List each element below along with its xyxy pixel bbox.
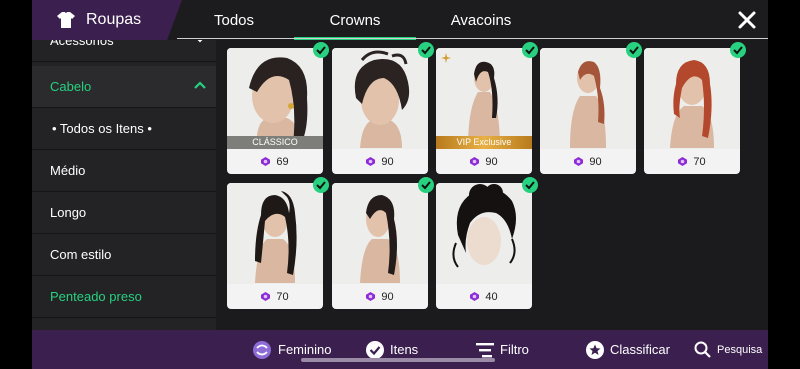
owned-check-icon (313, 177, 329, 193)
crown-currency-icon (366, 292, 376, 301)
sort-label: Classificar (610, 342, 670, 357)
price-value: 90 (381, 155, 394, 168)
owned-check-icon (522, 42, 538, 58)
search-button[interactable]: Pesquisa (694, 330, 762, 369)
item-price: 70 (644, 149, 740, 174)
crown-currency-icon (574, 157, 584, 166)
sidebar-item-label: Cabelo (50, 79, 92, 94)
item-card[interactable]: 70 (644, 42, 746, 174)
item-price: 90 (332, 284, 428, 309)
price-value: 90 (485, 155, 498, 168)
owned-check-icon (418, 42, 434, 58)
sparkle-icon (441, 53, 451, 63)
filter-icon (476, 342, 494, 357)
item-thumbnail (332, 183, 428, 284)
tab-crowns[interactable]: Crowns (294, 0, 416, 40)
tab-label: Avacoins (450, 11, 512, 29)
item-price: 90 (540, 149, 636, 174)
sidebar-item-label: Com estilo (50, 247, 112, 262)
check-circle-icon (366, 340, 384, 359)
sidebar-item-label: Acessórios (50, 40, 114, 48)
items-filter-button[interactable]: Itens (366, 330, 418, 369)
app-screen: Roupas Todos Crowns Avacoins Acessórios … (32, 0, 768, 369)
price-value: 69 (276, 155, 289, 168)
sidebar-item-penteado-preso[interactable]: Penteado preso (32, 276, 216, 318)
owned-check-icon (313, 42, 329, 58)
crown-currency-icon (261, 157, 271, 166)
price-value: 70 (276, 290, 289, 303)
search-icon (694, 341, 711, 358)
gender-toggle-button[interactable]: Feminino (252, 330, 331, 369)
item-price: 69 (227, 149, 323, 174)
filter-button[interactable]: Filtro (476, 330, 529, 369)
item-card[interactable]: 70 (227, 177, 329, 309)
item-card[interactable]: 40 (436, 177, 538, 309)
owned-check-icon (522, 177, 538, 193)
page-title: Roupas (86, 11, 142, 28)
item-card[interactable]: CLÁSSICO 69 (227, 42, 329, 174)
close-icon[interactable] (736, 9, 758, 31)
sidebar-item-label: Longo (50, 205, 87, 220)
divider (177, 38, 768, 39)
owned-check-icon (730, 42, 746, 58)
crown-currency-icon (470, 292, 480, 301)
item-thumbnail (332, 48, 428, 149)
price-value: 90 (381, 290, 394, 303)
category-sidebar[interactable]: Acessórios Cabelo • Todos os Itens • Méd… (32, 40, 216, 330)
owned-check-icon (626, 42, 642, 58)
sidebar-item-medio[interactable]: Médio (32, 150, 216, 192)
item-card[interactable]: VIP Exclusive 90 (436, 42, 538, 174)
item-thumbnail (540, 48, 636, 149)
item-price: 40 (436, 284, 532, 309)
sidebar-item-todos-os-itens[interactable]: • Todos os Itens • (32, 108, 216, 150)
sidebar-item-label: • Todos os Itens • (52, 121, 152, 136)
home-indicator[interactable] (301, 358, 495, 362)
gender-swap-icon (253, 340, 271, 359)
brand-header: Roupas (32, 0, 182, 40)
star-badge-icon (586, 340, 604, 359)
chevron-up-icon (194, 81, 206, 89)
tab-label: Crowns (329, 11, 381, 29)
item-thumbnail (436, 183, 532, 284)
top-bar: Roupas Todos Crowns Avacoins (32, 0, 768, 40)
sidebar-item-acessorios[interactable]: Acessórios (32, 40, 216, 62)
price-value: 70 (693, 155, 706, 168)
item-price: 70 (227, 284, 323, 309)
items-label: Itens (390, 342, 419, 357)
crown-currency-icon (261, 292, 271, 301)
price-value: 40 (485, 290, 498, 303)
tab-avacoins[interactable]: Avacoins (436, 0, 526, 40)
item-thumbnail (227, 183, 323, 284)
item-thumbnail: CLÁSSICO (227, 48, 323, 149)
item-price: 90 (332, 149, 428, 174)
sidebar-item-label: Médio (50, 163, 86, 178)
crown-currency-icon (678, 157, 688, 166)
item-card[interactable]: 90 (332, 177, 434, 309)
badge-classico: CLÁSSICO (227, 136, 323, 149)
bottom-toolbar: Feminino Itens Filtro Classificar Pesqui… (32, 330, 768, 369)
crown-currency-icon (366, 157, 376, 166)
crown-currency-icon (470, 157, 480, 166)
item-thumbnail: VIP Exclusive (436, 48, 532, 149)
sidebar-item-com-estilo[interactable]: Com estilo (32, 234, 216, 276)
filter-label: Filtro (500, 342, 529, 357)
badge-vip-exclusive: VIP Exclusive (436, 136, 532, 149)
chevron-down-icon (197, 40, 203, 43)
gender-label: Feminino (278, 342, 332, 357)
sidebar-item-cabelo[interactable]: Cabelo (32, 66, 216, 108)
shirt-icon (57, 12, 75, 28)
sidebar-item-longo[interactable]: Longo (32, 192, 216, 234)
price-value: 90 (589, 155, 602, 168)
sort-button[interactable]: Classificar (586, 330, 670, 369)
search-label: Pesquisa (717, 343, 763, 356)
sidebar-item-label: Penteado preso (50, 289, 142, 304)
tab-label: Todos (213, 11, 255, 29)
item-card[interactable]: 90 (540, 42, 642, 174)
item-price: 90 (436, 149, 532, 174)
item-thumbnail (644, 48, 740, 149)
tab-todos[interactable]: Todos (202, 0, 266, 40)
owned-check-icon (418, 177, 434, 193)
item-card[interactable]: 90 (332, 42, 434, 174)
